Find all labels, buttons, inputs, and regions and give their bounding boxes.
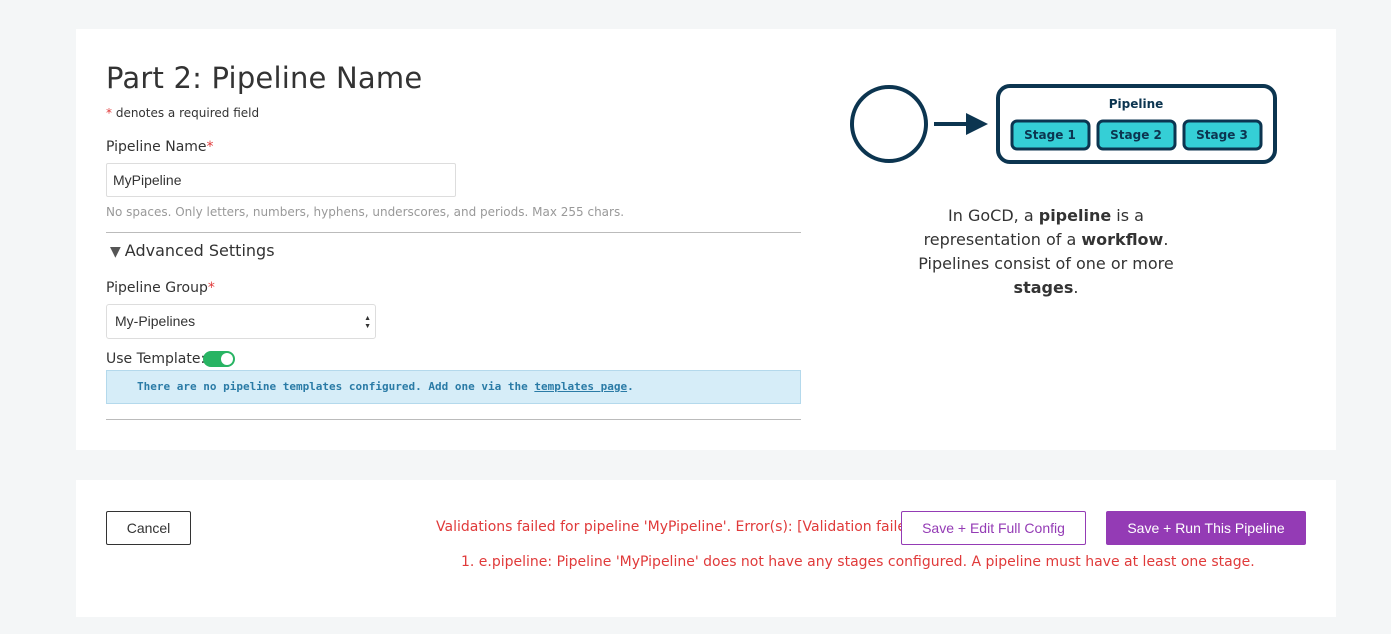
pipeline-description: In GoCD, a pipeline is a representation … <box>896 204 1196 300</box>
actions-panel: Cancel Validations failed for pipeline '… <box>76 480 1336 617</box>
validation-error-detail: 1. e.pipeline: Pipeline 'MyPipeline' doe… <box>461 554 1255 570</box>
stage-label: Stage 2 <box>1110 128 1162 142</box>
required-star: * <box>106 106 112 120</box>
material-circle <box>850 85 928 163</box>
template-info-text: There are no pipeline templates configur… <box>137 380 535 393</box>
desc-bold-pipeline: pipeline <box>1038 206 1112 225</box>
pipeline-group-label: Pipeline Group* <box>106 280 215 296</box>
save-edit-full-config-button[interactable]: Save + Edit Full Config <box>901 511 1086 545</box>
desc-bold-workflow: workflow <box>1081 230 1164 249</box>
pipeline-group-select[interactable]: My-Pipelines ▲ ▼ <box>106 304 376 339</box>
pipeline-name-label: Pipeline Name* <box>106 139 214 155</box>
toggle-knob <box>221 353 233 365</box>
stage-label: Stage 3 <box>1196 128 1248 142</box>
desc-text: . <box>1073 278 1079 297</box>
pipeline-name-panel: Part 2: Pipeline Name * denotes a requir… <box>76 29 1336 450</box>
arrow-icon <box>966 113 988 135</box>
required-note-text: denotes a required field <box>115 106 260 120</box>
desc-bold-stages: stages <box>1013 278 1074 297</box>
pipeline-group-value: My-Pipelines <box>115 313 196 329</box>
required-star: * <box>207 280 215 296</box>
desc-text: In GoCD, a <box>948 206 1039 225</box>
pipeline-box-label: Pipeline <box>1109 97 1164 111</box>
pipeline-name-label-text: Pipeline Name <box>106 139 207 155</box>
divider <box>106 232 801 233</box>
select-arrows-icon: ▲ ▼ <box>364 315 371 330</box>
required-star: * <box>206 139 214 155</box>
pipeline-diagram: Pipeline Stage 1 Stage 2 Stage 3 <box>850 84 1277 164</box>
templates-page-link[interactable]: templates page <box>534 380 627 393</box>
cancel-button[interactable]: Cancel <box>106 511 191 545</box>
stage-label: Stage 1 <box>1024 128 1076 142</box>
use-template-toggle[interactable] <box>203 351 235 367</box>
divider <box>106 419 801 420</box>
required-note: * denotes a required field <box>106 106 259 120</box>
pipeline-group-label-text: Pipeline Group <box>106 280 208 296</box>
save-run-pipeline-button[interactable]: Save + Run This Pipeline <box>1106 511 1306 545</box>
validation-error-summary: Validations failed for pipeline 'MyPipel… <box>436 519 904 535</box>
advanced-settings-label: Advanced Settings <box>124 241 275 260</box>
use-template-label: Use Template: <box>106 351 206 367</box>
advanced-settings-toggle[interactable]: ▼ Advanced Settings <box>110 241 275 260</box>
template-info-suffix: . <box>627 380 634 393</box>
template-info-message: There are no pipeline templates configur… <box>106 370 801 404</box>
triangle-down-icon: ▼ <box>110 244 121 260</box>
pipeline-name-help: No spaces. Only letters, numbers, hyphen… <box>106 205 625 219</box>
page-title: Part 2: Pipeline Name <box>106 61 423 95</box>
pipeline-name-input[interactable] <box>106 163 456 197</box>
